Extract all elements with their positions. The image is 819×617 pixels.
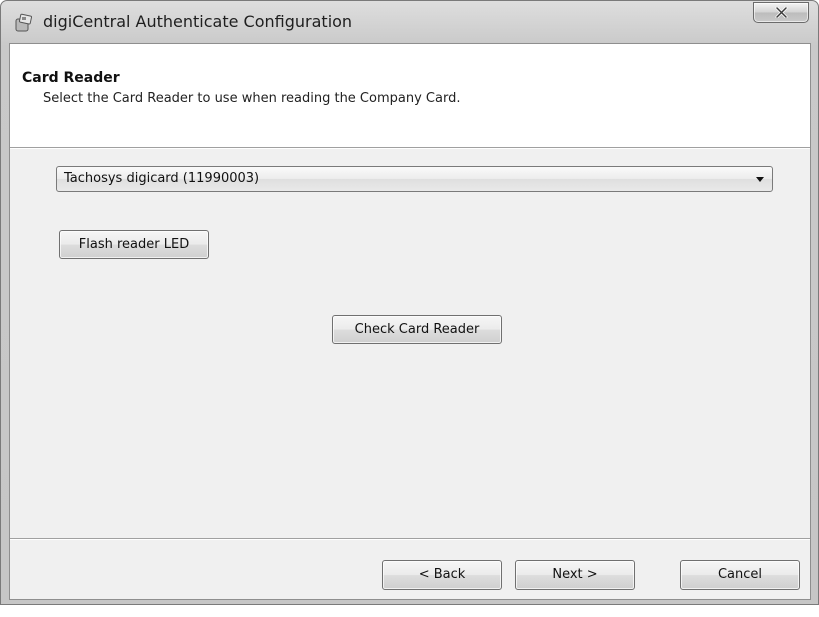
- back-button[interactable]: < Back: [382, 560, 502, 590]
- chevron-down-icon: [756, 177, 764, 182]
- next-button[interactable]: Next >: [515, 560, 635, 590]
- flash-reader-led-button[interactable]: Flash reader LED: [59, 230, 209, 259]
- page-subtitle: Select the Card Reader to use when readi…: [43, 91, 461, 106]
- close-x-icon: [775, 7, 788, 18]
- card-reader-app-icon: [14, 13, 34, 33]
- wizard-header: Card Reader Select the Card Reader to us…: [10, 44, 810, 148]
- title-bar[interactable]: digiCentral Authenticate Configuration: [1, 1, 818, 43]
- wizard-client-area: Card Reader Select the Card Reader to us…: [9, 43, 811, 600]
- check-card-reader-button[interactable]: Check Card Reader: [332, 315, 502, 344]
- footer-divider: [10, 538, 810, 540]
- card-reader-dropdown[interactable]: Tachosys digicard (11990003): [56, 166, 773, 192]
- header-divider: [10, 148, 810, 149]
- page-title: Card Reader: [22, 70, 120, 86]
- close-button[interactable]: [753, 2, 809, 23]
- config-window: digiCentral Authenticate Configuration C…: [0, 0, 819, 605]
- cancel-button[interactable]: Cancel: [680, 560, 800, 590]
- window-title: digiCentral Authenticate Configuration: [43, 12, 353, 31]
- card-reader-selected-value: Tachosys digicard (11990003): [64, 171, 260, 186]
